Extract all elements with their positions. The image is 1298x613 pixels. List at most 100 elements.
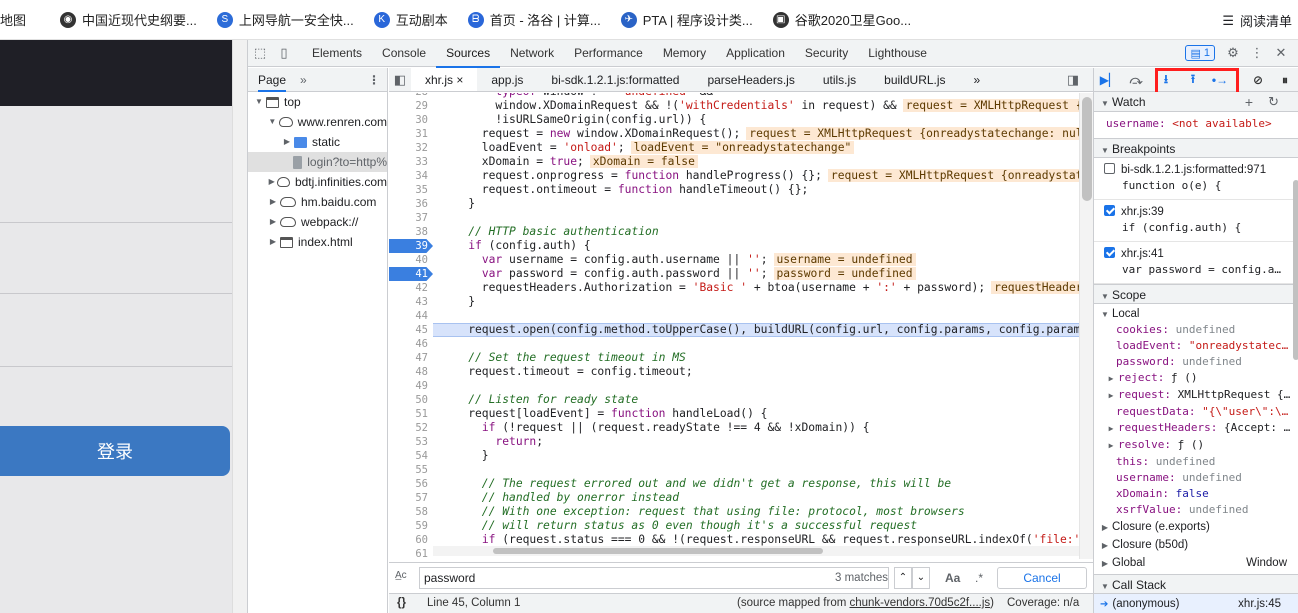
expand-arrow-icon[interactable]: ▶	[1100, 555, 1110, 572]
tree-item[interactable]: login?to=http%	[248, 152, 387, 172]
editor-tabs-more-icon[interactable]: »	[960, 68, 995, 91]
bookmark-item[interactable]: 地图	[0, 10, 26, 29]
pause-on-exceptions-icon[interactable]: ⏸	[1276, 72, 1294, 88]
source-map-link[interactable]: chunk-vendors.70d5c2f....js	[850, 597, 991, 609]
line-number[interactable]: 33	[389, 155, 433, 169]
line-number[interactable]: 42	[389, 281, 433, 295]
scope-variable[interactable]: username: undefined	[1094, 470, 1298, 486]
tree-item[interactable]: ▼ www.renren.com	[248, 112, 387, 132]
more-options-icon[interactable]: ⋮	[1245, 40, 1269, 67]
tab-page[interactable]: Page	[258, 68, 287, 92]
scrollbar-thumb[interactable]	[493, 548, 823, 554]
breakpoint-checkbox[interactable]	[1104, 163, 1115, 174]
callstack-section-header[interactable]: ▼ Call Stack	[1094, 574, 1298, 594]
collapse-arrow-icon[interactable]: ▶	[268, 172, 275, 192]
expand-arrow-icon[interactable]: ▶	[1100, 519, 1110, 536]
tree-item[interactable]: ▶ index.html	[248, 232, 387, 252]
tab-sources[interactable]: Sources	[436, 40, 501, 68]
tree-item[interactable]: ▶ static	[248, 132, 387, 152]
step-over-icon[interactable]: ⤼	[1127, 72, 1145, 88]
editor-tab[interactable]: utils.js	[809, 68, 870, 91]
line-number[interactable]: 53	[389, 435, 433, 449]
tab-elements[interactable]: Elements	[302, 40, 372, 67]
bookmark-item[interactable]: ✈ PTA | 程序设计类...	[620, 10, 753, 29]
line-number[interactable]: 60	[389, 533, 433, 547]
line-number[interactable]: 32	[389, 141, 433, 155]
bookmark-item[interactable]: ▣ 谷歌2020卫星Goo...	[772, 10, 911, 29]
inspect-icon[interactable]: ⬚	[248, 40, 272, 67]
sidebar-scrollbar-thumb[interactable]	[1293, 180, 1298, 360]
scrollbar-thumb[interactable]	[1082, 97, 1092, 201]
cancel-search-button[interactable]: Cancel	[997, 567, 1087, 589]
expand-arrow-icon[interactable]: ▶	[1106, 438, 1116, 454]
scope-variable[interactable]: ▶ requestHeaders: {Accept: …	[1094, 420, 1298, 437]
page-scrollbar[interactable]	[232, 40, 247, 613]
issues-badge[interactable]: ▤ 1	[1185, 45, 1215, 61]
match-case-icon[interactable]: A̲c	[395, 570, 407, 581]
line-number[interactable]: 56	[389, 477, 433, 491]
tab-network[interactable]: Network	[500, 40, 564, 67]
editor-horizontal-scrollbar[interactable]	[433, 546, 1079, 556]
tab-memory[interactable]: Memory	[653, 40, 716, 67]
line-number[interactable]: 45	[389, 323, 433, 337]
search-prev-icon[interactable]: ⌃	[894, 567, 912, 589]
code-area[interactable]: 28 typeof window !== 'undefined' &&29 wi…	[389, 93, 1079, 559]
editor-tab[interactable]: buildURL.js	[870, 68, 959, 91]
line-number[interactable]: 50	[389, 393, 433, 407]
watch-section-header[interactable]: ▼ Watch + ↻	[1094, 92, 1298, 112]
bookmark-item[interactable]: S 上网导航一安全快...	[216, 10, 354, 29]
breakpoints-section-header[interactable]: ▼ Breakpoints	[1094, 138, 1298, 158]
bookmark-item[interactable]: ᗷ 首页 - 洛谷 | 计算...	[467, 10, 601, 29]
expand-arrow-icon[interactable]: ▶	[1100, 537, 1110, 554]
line-number[interactable]: 38	[389, 225, 433, 239]
navigator-more-icon[interactable]: »	[300, 73, 307, 87]
breakpoint-item[interactable]: bi-sdk.1.2.1.js:formatted:971 function o(…	[1094, 158, 1298, 200]
scope-variable[interactable]: ▶ request: XMLHttpRequest {…	[1094, 387, 1298, 404]
tab-security[interactable]: Security	[795, 40, 858, 67]
device-toggle-icon[interactable]: ▯	[272, 40, 296, 67]
login-button[interactable]: 登录	[0, 426, 230, 476]
line-number[interactable]: 36	[389, 197, 433, 211]
line-number[interactable]: 35	[389, 183, 433, 197]
tree-item[interactable]: ▶ bdtj.infinities.com	[248, 172, 387, 192]
scope-variable[interactable]: requestData: "{\"user\":\…	[1094, 404, 1298, 420]
tab-console[interactable]: Console	[372, 40, 436, 67]
line-number[interactable]: 54	[389, 449, 433, 463]
toggle-debugger-icon[interactable]: ◨	[1061, 66, 1085, 93]
tree-item[interactable]: ▶ webpack://	[248, 212, 387, 232]
line-number[interactable]: 58	[389, 505, 433, 519]
line-number[interactable]: 49	[389, 379, 433, 393]
scope-variable[interactable]: loadEvent: "onreadystatec…	[1094, 338, 1298, 354]
editor-tab[interactable]: bi-sdk.1.2.1.js:formatted	[537, 68, 693, 91]
collapse-arrow-icon[interactable]: ▶	[268, 232, 278, 252]
navigator-menu-icon[interactable]: ⋮	[368, 73, 380, 87]
search-next-icon[interactable]: ⌄	[912, 567, 930, 589]
line-number[interactable]: 55	[389, 463, 433, 477]
line-number[interactable]: 46	[389, 337, 433, 351]
line-number[interactable]: 48	[389, 365, 433, 379]
close-devtools-icon[interactable]: ✕	[1269, 40, 1293, 67]
expand-arrow-icon[interactable]: ▼	[268, 112, 277, 132]
breakpoint-checkbox[interactable]	[1104, 247, 1115, 258]
breakpoint-line-number[interactable]: 41	[389, 267, 433, 281]
add-watch-icon[interactable]: +	[1245, 92, 1253, 112]
refresh-watch-icon[interactable]: ↻	[1268, 92, 1279, 112]
line-number[interactable]: 31	[389, 127, 433, 141]
line-number[interactable]: 59	[389, 519, 433, 533]
deactivate-breakpoints-icon[interactable]: ⊘	[1249, 72, 1267, 88]
line-number[interactable]: 52	[389, 421, 433, 435]
scope-closure[interactable]: ▶ Global Window	[1094, 554, 1298, 572]
scope-variable[interactable]: this: undefined	[1094, 454, 1298, 470]
callstack-frame[interactable]: ➔ (anonymous) xhr.js:45	[1094, 594, 1298, 613]
line-number[interactable]: 47	[389, 351, 433, 365]
scope-variable[interactable]: ▶ resolve: ƒ ()	[1094, 437, 1298, 454]
expand-arrow-icon[interactable]: ▶	[1106, 371, 1116, 387]
search-input[interactable]: password	[419, 567, 889, 589]
breakpoint-line-number[interactable]: 39	[389, 239, 433, 253]
scope-section-header[interactable]: ▼ Scope	[1094, 284, 1298, 304]
scope-local-header[interactable]: ▼ Local	[1094, 306, 1298, 322]
editor-tab[interactable]: xhr.js ×	[411, 68, 478, 91]
breakpoint-item[interactable]: xhr.js:39 if (config.auth) {	[1094, 200, 1298, 242]
line-number[interactable]: 29	[389, 99, 433, 113]
regex-button[interactable]: .*	[975, 571, 983, 585]
